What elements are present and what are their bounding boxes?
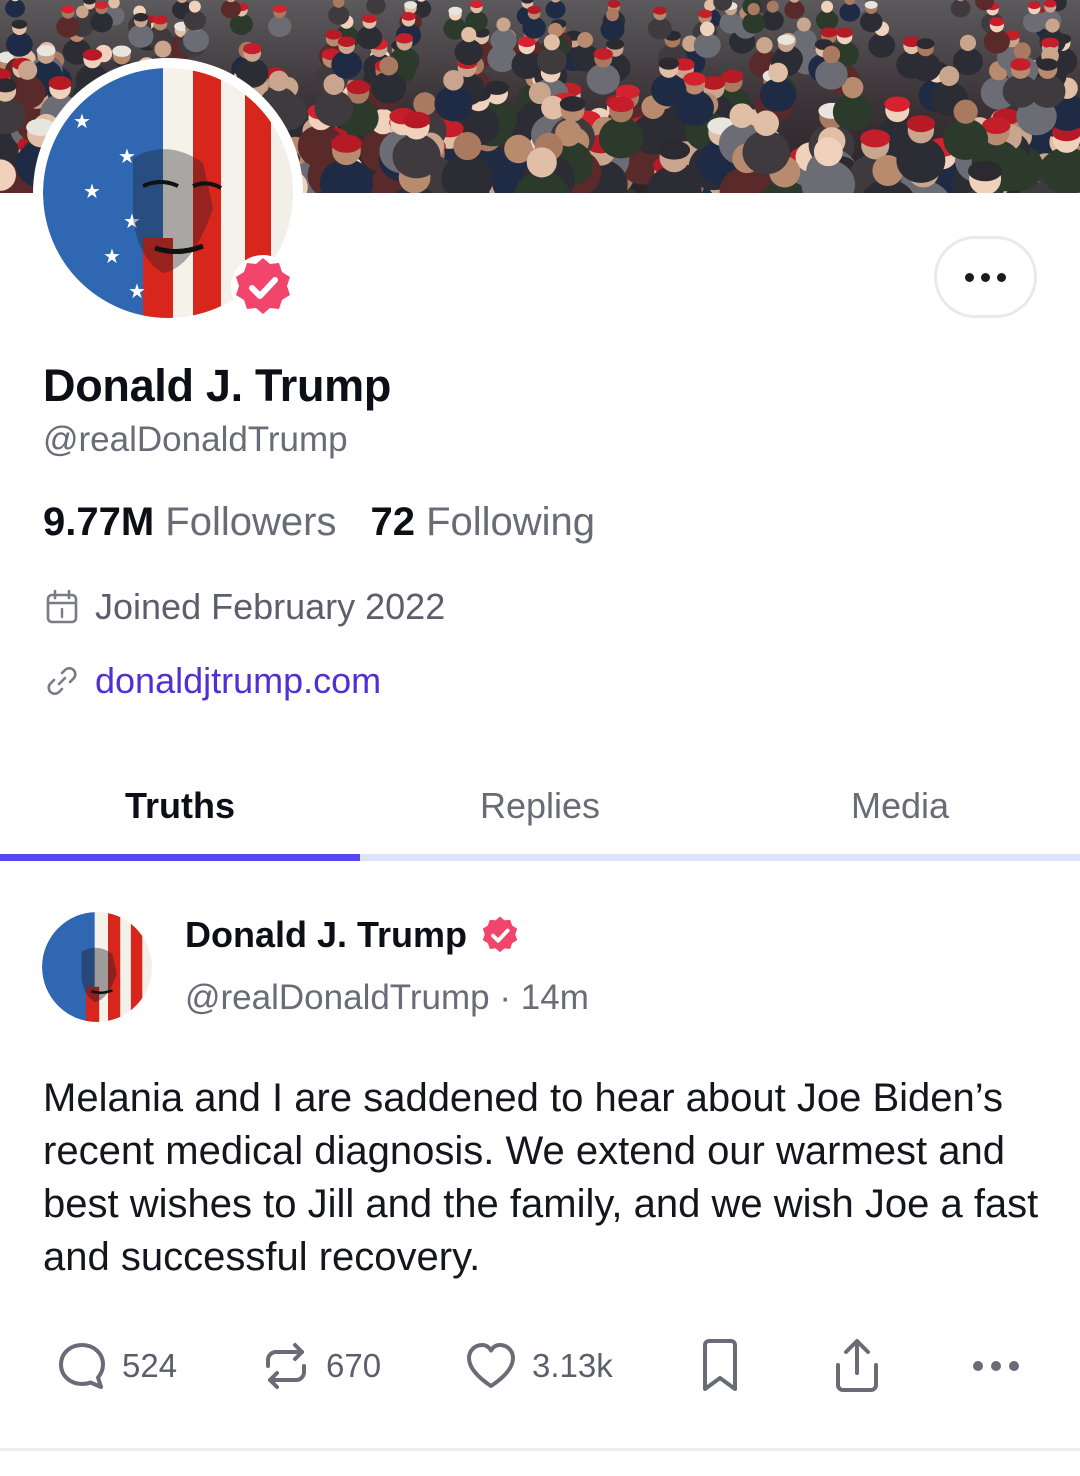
comment-icon xyxy=(59,1343,105,1389)
reply-count: 524 xyxy=(122,1347,178,1384)
tab-truths[interactable]: Truths xyxy=(0,760,360,852)
more-horizontal-icon xyxy=(973,1361,1019,1371)
followers-link[interactable]: 9.77M Followers xyxy=(43,500,336,544)
followers-count: 9.77M xyxy=(43,500,155,544)
post-author-name-row[interactable]: Donald J. Trump xyxy=(185,914,521,956)
following-label: Following xyxy=(426,500,596,544)
post-body: Melania and I are saddened to hear about… xyxy=(43,1076,1039,1279)
verified-badge-icon xyxy=(482,916,518,953)
share-icon xyxy=(836,1339,878,1392)
repost-count: 670 xyxy=(326,1347,382,1384)
svg-text:★: ★ xyxy=(83,179,101,203)
post-author-avatar[interactable] xyxy=(42,912,152,1022)
joined-text: Joined February 2022 xyxy=(95,586,446,627)
svg-text:★: ★ xyxy=(128,279,146,303)
like-button[interactable]: 3.13k xyxy=(464,1330,613,1402)
post-more-button[interactable] xyxy=(970,1330,1022,1402)
reply-button[interactable]: 524 xyxy=(56,1330,177,1402)
more-horizontal-icon xyxy=(965,272,1006,282)
bookmark-icon xyxy=(703,1339,737,1391)
following-link[interactable]: 72 Following xyxy=(370,500,595,544)
tab-active-indicator xyxy=(0,854,360,861)
post-time[interactable]: 14m xyxy=(521,978,589,1017)
tab-media[interactable]: Media xyxy=(720,760,1080,852)
meta-separator: · xyxy=(499,978,512,1017)
repost-icon xyxy=(266,1343,306,1389)
followers-label: Followers xyxy=(165,500,337,544)
repost-button[interactable]: 670 xyxy=(260,1330,381,1402)
profile-handle: @realDonaldTrump xyxy=(43,420,348,459)
svg-text:★: ★ xyxy=(103,244,121,268)
post-meta: @realDonaldTrump · 14m xyxy=(185,978,589,1018)
link-icon xyxy=(47,667,77,695)
post-author-name: Donald J. Trump xyxy=(185,914,468,955)
profile-display-name: Donald J. Trump xyxy=(43,360,392,411)
follow-counts: 9.77M Followers 72 Following xyxy=(43,500,595,545)
avatar-image xyxy=(42,912,152,1022)
website-text: donaldjtrump.com xyxy=(95,660,382,701)
share-button[interactable] xyxy=(830,1330,884,1402)
post-actions: 524 670 3.13k xyxy=(0,1330,1080,1402)
calendar-icon xyxy=(46,589,78,624)
tab-replies[interactable]: Replies xyxy=(360,760,720,852)
profile-tabs: Truths Replies Media xyxy=(0,760,1080,862)
website-link[interactable]: donaldjtrump.com xyxy=(45,660,381,702)
like-count: 3.13k xyxy=(532,1347,613,1384)
bookmark-button[interactable] xyxy=(694,1330,746,1402)
joined-date: Joined February 2022 xyxy=(45,586,445,628)
profile-more-button[interactable] xyxy=(934,236,1037,318)
post-author-handle[interactable]: @realDonaldTrump xyxy=(185,978,490,1017)
verified-badge-icon xyxy=(231,255,295,319)
heart-icon xyxy=(467,1343,515,1388)
following-count: 72 xyxy=(370,500,415,544)
post-divider xyxy=(0,1448,1080,1451)
svg-text:★: ★ xyxy=(73,109,91,133)
